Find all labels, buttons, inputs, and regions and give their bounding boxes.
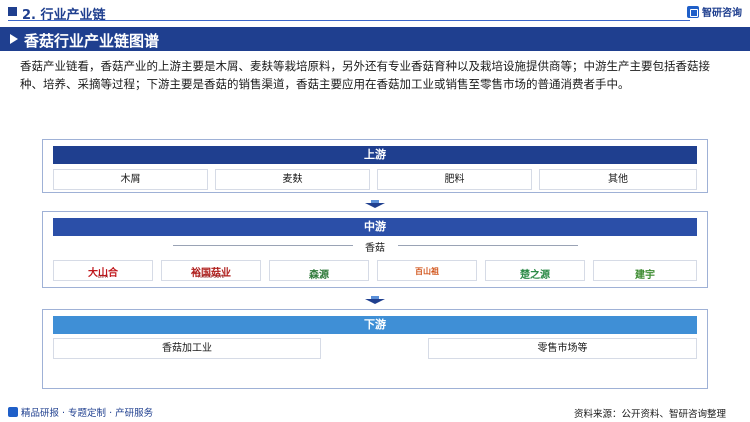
footer-logo-icon: [8, 407, 18, 417]
subheader-line-right: [398, 245, 578, 246]
midstream-header: 中游: [53, 218, 697, 236]
upstream-panel: 上游 木屑 麦麸 肥料 其他: [42, 139, 708, 193]
upstream-item: 肥料: [377, 169, 532, 190]
page-title: 香菇行业产业链图谱: [24, 32, 160, 50]
footer-services: 精品研报 · 专题定制 · 产研服务: [21, 408, 154, 419]
downstream-header: 下游: [53, 316, 697, 334]
company-logo-senyuan: 森源: [269, 260, 369, 281]
upstream-item: 木屑: [53, 169, 208, 190]
footer: 精品研报 · 专题定制 · 产研服务 资料来源：公开资料、智研咨询整理: [0, 402, 750, 422]
company-logo-chuzhiyuan: 楚之源: [485, 260, 585, 281]
midstream-panel: 中游 香菇 大山合 DS·H 裕国菇业 YUGUO GUYE 森源 百山祖 楚之…: [42, 211, 708, 288]
footer-source: 资料来源：公开资料、智研咨询整理: [573, 409, 726, 420]
brand-logo-icon: [687, 5, 699, 18]
brand-name: 智研咨询: [702, 8, 742, 19]
flow-arrow-icon: [365, 200, 385, 208]
header-divider: [8, 20, 690, 21]
upstream-item: 其他: [539, 169, 697, 190]
footer-left: 精品研报 · 专题定制 · 产研服务: [8, 405, 153, 419]
downstream-item: 香菇加工业: [53, 338, 321, 359]
midstream-sublabel: 香菇: [365, 243, 385, 254]
company-logo-baishanzu: 百山祖: [377, 260, 477, 281]
intro-paragraph: 香菇产业链看，香菇产业的上游主要是木屑、麦麸等栽培原料，另外还有专业香菇育种以及…: [20, 59, 710, 91]
company-logo-yuguo: 裕国菇业 YUGUO GUYE: [161, 260, 261, 281]
title-bar: 香菇行业产业链图谱: [0, 27, 750, 51]
section-header: 2. 行业产业链 智研咨询: [0, 0, 750, 24]
downstream-panel: 下游 香菇加工业 零售市场等: [42, 309, 708, 389]
company-logo-dashanhe: 大山合 DS·H: [53, 260, 153, 281]
flow-arrow-icon: [365, 296, 385, 304]
play-arrow-icon: [10, 34, 18, 44]
brand: 智研咨询: [687, 4, 742, 19]
upstream-header: 上游: [53, 146, 697, 164]
downstream-item: 零售市场等: [428, 338, 697, 359]
section-marker-icon: [8, 7, 17, 16]
company-logo-jianyu: 建宇: [593, 260, 697, 281]
upstream-item: 麦麸: [215, 169, 370, 190]
